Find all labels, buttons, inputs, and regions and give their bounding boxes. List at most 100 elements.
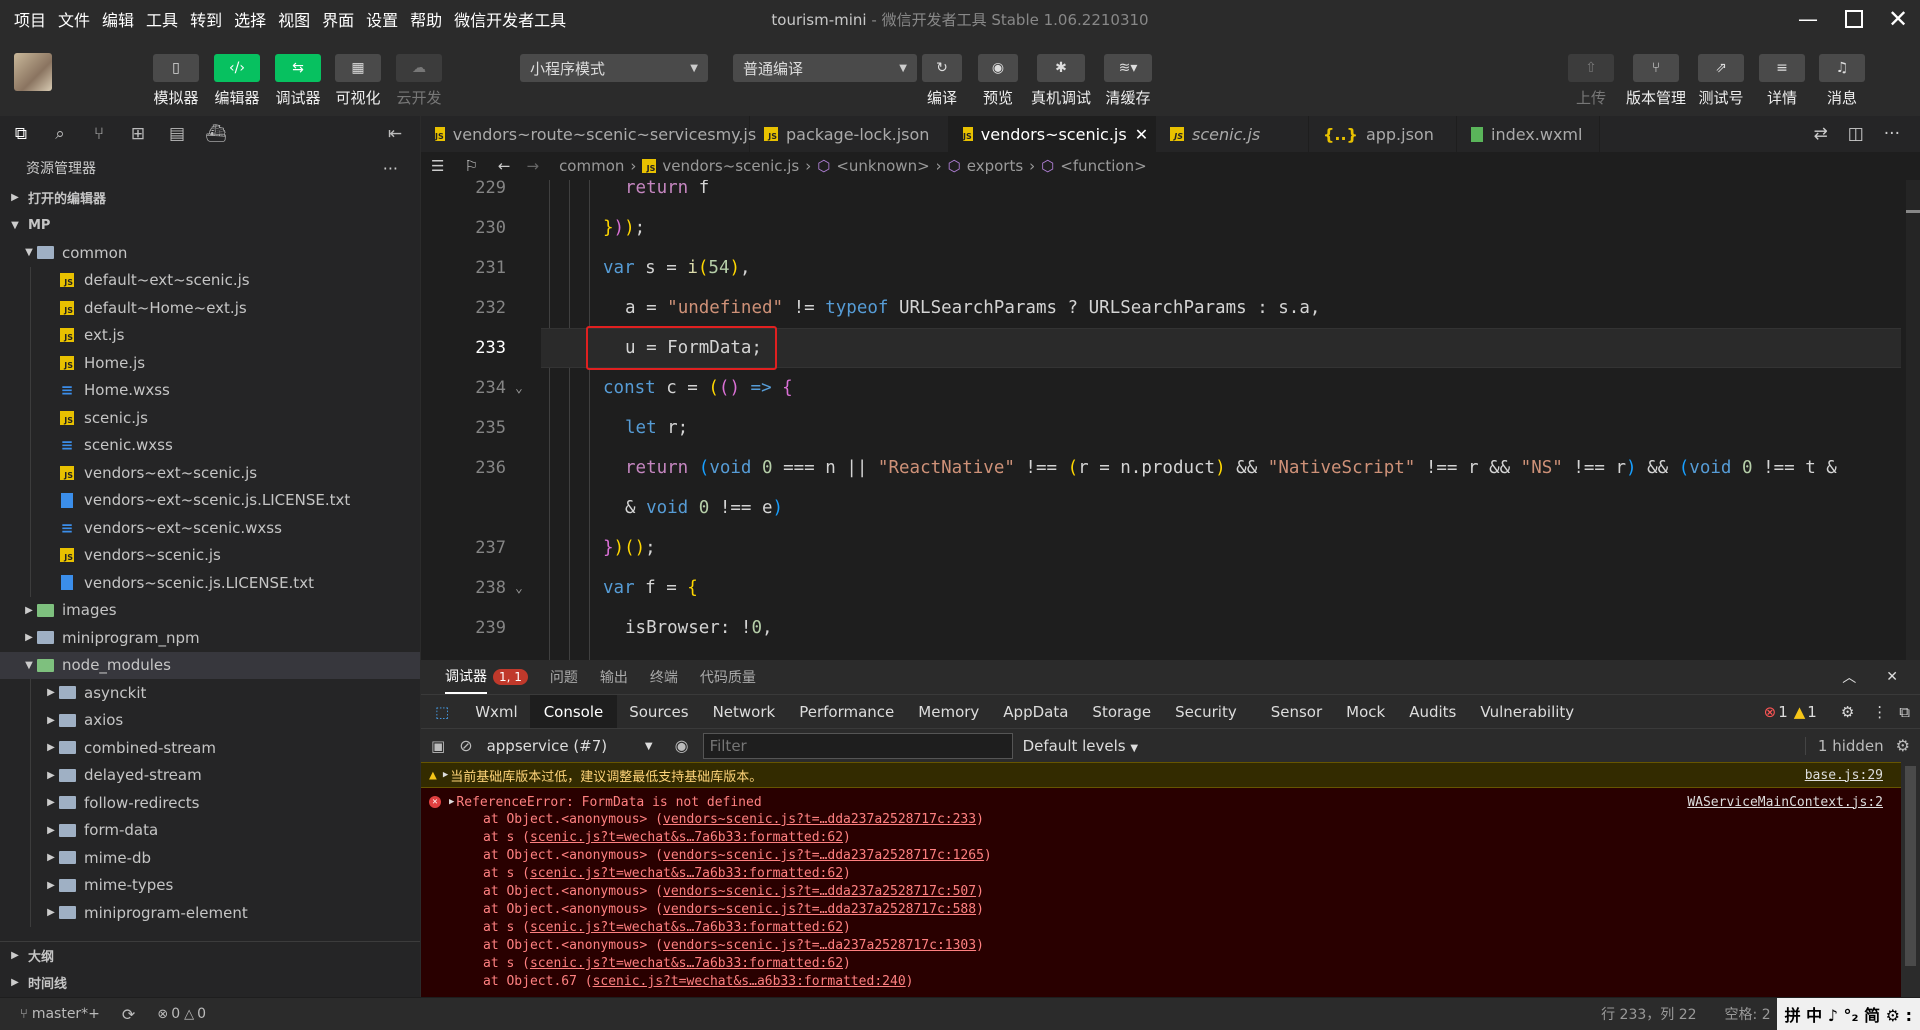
more-icon[interactable]: ··· [383,159,398,178]
mp-root[interactable]: ▼ MP [0,212,420,240]
tab-security[interactable]: Security [1163,703,1249,721]
mode-select[interactable]: 小程序模式 ▼ [520,54,708,82]
tree-item[interactable]: ▶ form-data [0,816,420,844]
tree-item[interactable]: JS default~Home~ext.js [0,294,420,322]
dock-icon[interactable]: ⧉ [1895,703,1920,721]
tab-network[interactable]: Network [701,703,788,721]
levels-select[interactable]: Default levels ▼ [1023,737,1139,755]
simulator-button[interactable]: ▯ 模拟器 [153,54,199,108]
fold-chevron-icon[interactable]: ⌄ [515,581,523,596]
tab-vendors-scenic[interactable]: JS vendors~scenic.js ✕ [949,116,1156,152]
cloud-button[interactable]: ☁ 云开发 [396,54,442,108]
avatar[interactable] [14,53,52,91]
tab-wxml[interactable]: Wxml [463,703,530,721]
test-account-button[interactable]: ⇗ 测试号 [1698,54,1744,108]
tab-audits[interactable]: Audits [1397,703,1468,721]
tab-scenic[interactable]: JS scenic.js [1156,116,1309,152]
compile-select[interactable]: 普通编译 ▼ [733,54,917,82]
tree-item[interactable]: ▶ miniprogram_npm [0,624,420,652]
tree-item[interactable]: ▶ miniprogram-element [0,899,420,927]
messages-button[interactable]: ♫ 消息 [1819,54,1865,108]
code-editor[interactable]: 229 return f 230})); 231 var s = i(54), 23… [421,180,1920,660]
more-actions-icon[interactable]: ··· [1884,124,1900,144]
panel-tab-output[interactable]: 输出 [600,667,628,687]
tree-item[interactable]: ▼ node_modules [0,651,420,679]
tab-package-lock[interactable]: JS package-lock.json [750,116,949,152]
error-count[interactable]: 1 [1778,703,1792,721]
stack-frame-link[interactable]: vendors~scenic.js?t=…dda237a2528717c:233 [663,812,976,827]
list-icon[interactable]: ☰ [431,157,444,175]
stack-frame-link[interactable]: vendors~scenic.js?t=…dda237a2528717c:588 [663,902,976,917]
tree-item[interactable]: vendors~scenic.js.LICENSE.txt [0,569,420,597]
kebab-menu-icon[interactable]: ⋮ [1864,703,1895,721]
expand-arrow-icon[interactable]: ▶ [449,797,454,807]
stack-frame-link[interactable]: scenic.js?t=wechat&s…7a6b33:formatted:62 [530,956,843,971]
tab-mock[interactable]: Mock [1334,703,1397,721]
tree-item[interactable]: JS scenic.js [0,404,420,432]
cursor-position[interactable]: 行 233，列 22 [1601,1004,1696,1024]
version-button[interactable]: ⑂ 版本管理 [1626,54,1686,108]
tab-vulnerability[interactable]: Vulnerability [1468,703,1586,721]
stack-frame-link[interactable]: vendors~scenic.js?t=…dda237a2528717c:507 [663,884,976,899]
breadcrumb-file[interactable]: vendors~scenic.js [662,157,799,175]
warning-count[interactable]: 1 [1807,703,1831,721]
collapse-sidebar-icon[interactable]: ⇤ [384,123,406,145]
tab-appdata[interactable]: AppData [991,703,1080,721]
chevron-up-icon[interactable]: ︿ [1842,667,1856,687]
console-warning[interactable]: ▲ ▶ 当前基础库版本过低，建议调整最低支持基础库版本。 base.js:29 [421,762,1901,788]
tree-item[interactable]: ▶ follow-redirects [0,789,420,817]
compare-icon[interactable]: ⇄ [1813,124,1827,144]
search-icon[interactable]: ⌕ [49,123,71,145]
inspect-icon[interactable]: ⬚ [421,703,463,721]
sync-icon[interactable]: ⟳ [122,1005,135,1024]
source-control-icon[interactable]: ⑂ [88,123,110,145]
panel-tab-problems[interactable]: 问题 [550,667,578,687]
tab-console[interactable]: Console [529,694,618,729]
visual-button[interactable]: ▦ 可视化 [335,54,381,108]
stack-frame-link[interactable]: scenic.js?t=wechat&s…7a6b33:formatted:62 [530,920,843,935]
clear-console-icon[interactable]: ⊘ [459,736,472,755]
tree-item[interactable]: ▶ mime-db [0,844,420,872]
details-button[interactable]: ≡ 详情 [1759,54,1805,108]
fold-chevron-icon[interactable]: ⌄ [515,381,523,396]
expand-arrow-icon[interactable]: ▶ [443,770,448,780]
branch-name[interactable]: master*+ [32,1006,100,1022]
stack-frame-link[interactable]: scenic.js?t=wechat&s…a6b33:formatted:240 [593,974,906,989]
tree-item[interactable]: ▶ combined-stream [0,734,420,762]
tree-item[interactable]: ▼ common [0,239,420,267]
close-window-icon[interactable]: ✕ [1870,4,1920,34]
console-settings-icon[interactable]: ⚙ [1896,736,1910,755]
tab-sources[interactable]: Sources [617,703,700,721]
back-arrow-icon[interactable]: ← [498,157,511,175]
error-status-count[interactable]: 0 [171,1006,180,1022]
settings-gear-icon[interactable]: ⚙ [1831,703,1864,721]
editor-scrollbar[interactable] [1906,180,1920,660]
tab-app-json[interactable]: {..} app.json [1309,116,1457,152]
tree-item[interactable]: ≡ Home.wxss [0,376,420,404]
tree-item[interactable]: ▶ axios [0,706,420,734]
tree-item[interactable]: JS vendors~scenic.js [0,541,420,569]
real-debug-button[interactable]: ✱ 真机调试 [1031,54,1091,108]
compile-button[interactable]: ↻ 编译 [922,54,962,108]
tree-item[interactable]: ▶ asynckit [0,679,420,707]
tree-item[interactable]: JS default~ext~scenic.js [0,266,420,294]
tab-index-wxml[interactable]: index.wxml [1457,116,1600,152]
tree-item[interactable]: vendors~ext~scenic.js.LICENSE.txt [0,486,420,514]
tree-item[interactable]: JS vendors~ext~scenic.js [0,459,420,487]
warning-status-count[interactable]: 0 [197,1006,206,1022]
debugger-button[interactable]: ⇆ 调试器 [275,54,321,108]
preview-button[interactable]: ◉ 预览 [978,54,1018,108]
open-editors-section[interactable]: ▶ 打开的编辑器 [0,184,420,212]
tab-memory[interactable]: Memory [906,703,991,721]
upload-button[interactable]: ⇧ 上传 [1568,54,1614,108]
tree-item[interactable]: JS Home.js [0,349,420,377]
close-tab-icon[interactable]: ✕ [1135,125,1148,144]
docker-icon[interactable]: ⛴ [205,123,227,145]
tree-item[interactable]: ≡ vendors~ext~scenic.wxss [0,514,420,542]
breadcrumb-function[interactable]: <function> [1060,157,1146,175]
tab-performance[interactable]: Performance [787,703,906,721]
eye-icon[interactable]: ◉ [675,736,689,755]
forward-arrow-icon[interactable]: → [526,157,539,175]
indent-spaces[interactable]: 空格: 2 [1725,1004,1771,1024]
editor-button[interactable]: ‹/› 编辑器 [214,54,260,108]
